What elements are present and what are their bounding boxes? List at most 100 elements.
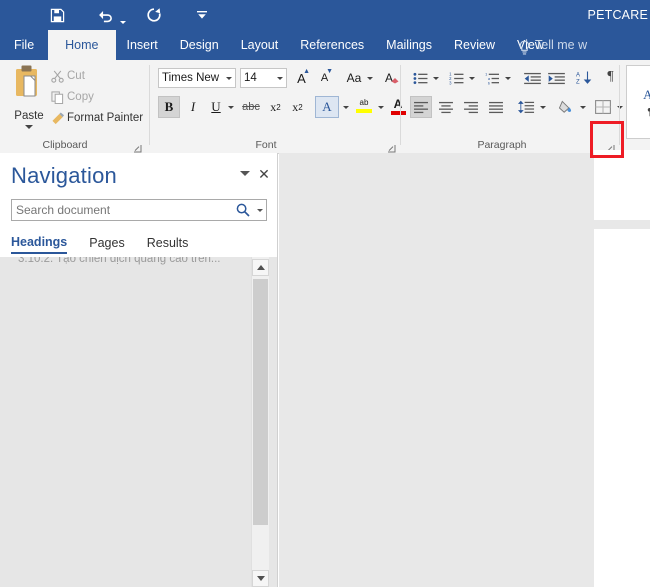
italic-button[interactable]: I [182,96,204,118]
font-size-combo[interactable]: 14 [240,68,287,88]
navigation-close-button[interactable]: ✕ [256,166,272,182]
document-canvas[interactable] [279,150,650,587]
increase-indent-button[interactable] [545,67,567,89]
tell-me-box[interactable]: Tell me w [518,30,587,60]
italic-label: I [190,99,196,114]
tab-design[interactable]: Design [169,30,230,60]
tab-layout[interactable]: Layout [230,30,290,60]
search-options-caret-icon[interactable] [254,208,266,212]
tab-file[interactable]: File [0,30,48,60]
nav-tab-headings[interactable]: Headings [11,235,68,254]
subscript-index: 2 [276,102,281,112]
group-font: Times New Ro 14 A ▲ A ▼ Aa A [151,60,417,153]
undo-dropdown-caret[interactable] [118,0,128,31]
show-formatting-marks-button[interactable]: ¶ [600,66,621,88]
group-paragraph: 123 1ab AZ ¶ Paragraph [402,60,623,153]
highlight-caret-icon[interactable] [375,96,386,118]
copy-icon [48,90,67,104]
copy-label: Copy [67,91,94,103]
multilevel-list-caret-icon[interactable] [502,67,513,89]
line-spacing-caret-icon[interactable] [537,96,548,118]
subscript-button[interactable]: x2 [265,96,286,118]
cut-label: Cut [67,70,85,82]
paste-label: Paste [14,110,44,122]
paintbrush-icon [48,111,67,125]
align-left-button[interactable] [410,96,432,118]
tab-insert[interactable]: Insert [116,30,169,60]
highlight-button[interactable]: ab [353,94,375,118]
numbering-button[interactable]: 123 [446,67,466,89]
highlight-color-swatch [356,109,372,113]
justify-button[interactable] [485,96,507,118]
scroll-down-button[interactable] [252,570,269,587]
tab-mailings[interactable]: Mailings [375,30,443,60]
scrollbar-thumb[interactable] [253,279,268,525]
bold-button[interactable]: B [158,96,180,118]
paste-button[interactable]: Paste [6,64,52,132]
line-spacing-button[interactable] [515,96,537,118]
search-input[interactable]: Search document [11,199,267,221]
svg-text:b: b [487,80,489,85]
format-painter-button[interactable]: Format Painter [48,108,143,128]
document-title: PETCARE [587,8,648,22]
change-case-button[interactable]: Aa [343,67,365,89]
style-gallery-item[interactable]: AaB ¶ N [626,65,650,139]
superscript-index: 2 [298,102,303,112]
align-center-button[interactable] [435,96,457,118]
search-icon[interactable] [232,203,254,217]
cut-button[interactable]: Cut [48,66,85,86]
multilevel-list-button[interactable]: 1ab [482,67,502,89]
tab-review[interactable]: Review [443,30,506,60]
text-effects-button[interactable]: A [315,96,339,118]
underline-caret-icon[interactable] [225,96,236,118]
redo-icon[interactable] [141,3,167,27]
group-clipboard: Paste Cut Copy Format Painter Clipboard [0,60,150,153]
shading-caret-icon[interactable] [577,96,588,118]
shading-button[interactable] [555,96,577,118]
list-item[interactable]: 3.10.2. Tạo chiến dịch quảng cáo trên... [18,257,268,266]
copy-button[interactable]: Copy [48,87,94,107]
superscript-button[interactable]: x2 [287,96,308,118]
document-page[interactable] [594,150,650,220]
ribbon: Paste Cut Copy Format Painter Clipboard … [0,60,650,158]
decrease-indent-button[interactable] [521,67,543,89]
change-case-label: Aa [346,71,362,85]
numbering-caret-icon[interactable] [466,67,477,89]
tab-home[interactable]: Home [48,30,116,60]
svg-text:1: 1 [485,72,487,77]
scroll-up-button[interactable] [252,259,269,276]
save-icon[interactable] [44,3,70,27]
grow-font-button[interactable]: A ▲ [291,67,312,89]
headings-list[interactable]: 3.10.2. Tạo chiến dịch quảng cáo trên...… [0,257,277,587]
nav-tab-pages[interactable]: Pages [89,236,124,253]
sort-button[interactable]: AZ [574,66,594,88]
scroll-up-arrow-icon [256,265,265,270]
font-size-caret-icon[interactable] [273,69,286,87]
font-name-combo[interactable]: Times New Ro [158,68,236,88]
shrink-font-button[interactable]: A ▼ [314,67,335,89]
font-name-caret-icon[interactable] [222,69,235,87]
tab-references[interactable]: References [289,30,375,60]
paste-icon [11,64,47,109]
align-right-button[interactable] [460,96,482,118]
bullets-button[interactable] [410,67,430,89]
underline-button[interactable]: U [206,96,226,118]
customize-qat-icon[interactable] [189,3,215,27]
quick-access-toolbar [0,0,215,30]
text-effects-caret-icon[interactable] [340,96,351,118]
navigation-tabs: Headings Pages Results [11,235,210,254]
font-dialog-launcher[interactable] [387,140,397,153]
strikethrough-button[interactable]: abc [239,96,263,118]
undo-icon[interactable] [92,3,118,27]
scroll-down-arrow-icon [256,576,265,581]
document-page[interactable] [594,229,650,587]
navigation-options-caret-icon[interactable] [240,171,250,176]
paste-dropdown-caret[interactable] [25,125,33,129]
clipboard-dialog-launcher[interactable] [133,140,143,153]
bullets-caret-icon[interactable] [430,67,441,89]
change-case-caret-icon[interactable] [364,67,375,89]
navigation-scrollbar[interactable] [251,257,269,587]
clear-formatting-button[interactable]: A [379,67,399,89]
nav-tab-results[interactable]: Results [147,236,189,253]
borders-button[interactable] [592,96,614,118]
